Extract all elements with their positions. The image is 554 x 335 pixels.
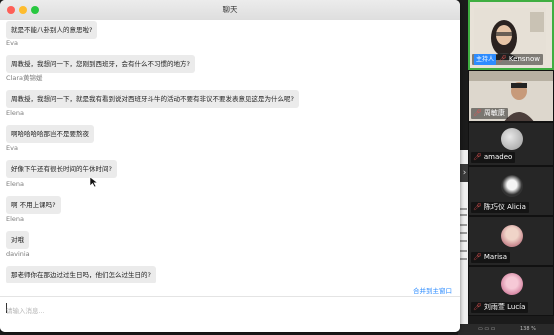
list-item: Elena 啊 不用上课吗? (6, 180, 61, 214)
title-bar[interactable]: 聊天 (0, 0, 460, 21)
participant-name: 刘雨萱 Lucía (483, 303, 526, 311)
message-sender: Elena (6, 215, 25, 223)
participant-name: 周敏康 (483, 109, 505, 117)
message-bubble: 周教授，我想问一下，就是我有看到说对西班牙斗牛的活动不要有非议不要发表意见这是为… (6, 90, 299, 108)
list-item: 就是不能八卦别人的意思啦? (6, 20, 98, 39)
avatar (501, 225, 523, 247)
message-sender: davinia (6, 250, 30, 258)
participant-gallery: 主持人 🎤︎ Kensnow 🎤︎ 周敏康 🎤︎ amadeo 🎤︎ 陈巧仪 Alicia… (468, 0, 554, 335)
mic-muted-icon: 🎤︎ (498, 55, 507, 63)
list-item: Eva 周教授，我想问一下，您刚到西班牙，会有什么不习惯的地方? (6, 39, 195, 73)
message-sender: Elena (6, 180, 25, 188)
message-sender: Eva (6, 39, 18, 47)
message-bubble: 啊哈哈哈哈那岂不是要熬夜 (6, 125, 94, 143)
participant-tile[interactable]: 🎤︎ amadeo (468, 122, 554, 166)
mic-muted-icon: 🎤︎ (473, 203, 482, 211)
list-item: davinia 那老师你在那边过过生日吗，他们怎么过生日的? (6, 250, 156, 283)
host-badge: 主持人 (474, 54, 497, 65)
mic-muted-icon: 🎤︎ (473, 153, 482, 161)
list-item: Elena 对哦 (6, 215, 29, 249)
avatar (501, 175, 523, 197)
participant-name: 陈巧仪 Alicia (483, 203, 526, 211)
message-bubble: 啊 不用上课吗? (6, 196, 61, 214)
mic-muted-icon: 🎤︎ (473, 253, 482, 261)
mic-muted-icon: 🎤︎ (473, 303, 482, 311)
message-bubble: 好像下午还有很长时间的午休时间? (6, 160, 117, 178)
participant-tile[interactable]: 🎤︎ 周敏康 (468, 70, 554, 122)
mouse-cursor-icon (89, 176, 99, 188)
message-sender: Eva (6, 144, 18, 152)
avatar (501, 273, 523, 295)
message-sender: Elena (6, 109, 25, 117)
avatar (501, 128, 523, 150)
message-bubble: 周教授，我想问一下，您刚到西班牙，会有什么不习惯的地方? (6, 55, 195, 73)
participant-name: amadeo (483, 153, 513, 161)
mic-muted-icon: 🎤︎ (473, 109, 482, 117)
window-title: 聊天 (222, 5, 238, 14)
message-input[interactable] (6, 301, 446, 321)
list-item: Clara黄锦媛 周教授，我想问一下，就是我有看到说对西班牙斗牛的活动不要有非议… (6, 74, 299, 108)
message-bubble: 那老师你在那边过过生日吗，他们怎么过生日的? (6, 266, 156, 283)
participant-tile[interactable]: 🎤︎ 陈巧仪 Alicia (468, 166, 554, 216)
participant-tile[interactable]: 🎤︎ 刘雨萱 Lucía (468, 266, 554, 316)
participant-video (474, 8, 546, 60)
list-item: Eva 好像下午还有很长时间的午休时间? (6, 144, 117, 178)
message-bubble: 就是不能八卦别人的意思啦? (6, 21, 98, 39)
participant-name: Kensnow (508, 55, 540, 63)
message-list[interactable]: 就是不能八卦别人的意思啦? Eva 周教授，我想问一下，您刚到西班牙，会有什么不… (0, 20, 460, 283)
chat-window: 聊天 就是不能八卦别人的意思啦? Eva 周教授，我想问一下，您刚到西班牙，会有… (0, 0, 460, 332)
participant-tile[interactable]: 主持人 🎤︎ Kensnow (468, 0, 554, 70)
message-bubble: 对哦 (6, 231, 29, 249)
list-item: Elena 啊哈哈哈哈那岂不是要熬夜 (6, 109, 94, 143)
message-input-area (0, 297, 460, 332)
merge-to-main-window-link[interactable]: 合并到主窗口 (413, 285, 452, 295)
participant-name: Marisa (483, 253, 507, 261)
participant-tile[interactable]: 🎤︎ Marisa (468, 216, 554, 266)
message-sender: Clara黄锦媛 (6, 74, 43, 82)
